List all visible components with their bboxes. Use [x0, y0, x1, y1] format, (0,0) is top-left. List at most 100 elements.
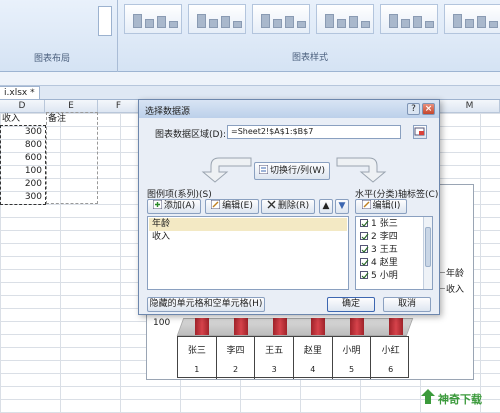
- chart-bar[interactable]: [388, 318, 403, 335]
- close-icon[interactable]: ×: [422, 103, 435, 115]
- column-header-f[interactable]: F: [98, 100, 140, 113]
- category-index: 3: [271, 365, 277, 374]
- add-icon: [152, 199, 163, 210]
- column-header-m[interactable]: M: [440, 100, 500, 113]
- edit-axis-labels-button[interactable]: 编辑(I): [355, 199, 407, 214]
- axis-label-text: 小明: [379, 271, 398, 281]
- axis-label-text: 王五: [379, 245, 398, 255]
- ribbon: 图表布局 图表样式: [0, 0, 500, 72]
- category-label: 赵里: [303, 346, 322, 356]
- add-series-button[interactable]: 添加(A): [147, 199, 201, 214]
- category-cell: 赵里 4: [294, 337, 333, 379]
- column-header-d[interactable]: D: [0, 100, 45, 113]
- series-item-age[interactable]: 年龄: [149, 218, 347, 231]
- series-list[interactable]: 年龄 收入: [147, 216, 349, 290]
- chart-style-3[interactable]: [252, 4, 310, 34]
- axis-label-index: 5: [371, 271, 377, 281]
- axis-label-index: 2: [371, 232, 377, 242]
- category-index: 1: [194, 365, 200, 374]
- axis-label-index: 4: [371, 258, 377, 268]
- add-series-label: 添加(A): [163, 201, 196, 211]
- series-item-income[interactable]: 收入: [149, 231, 347, 244]
- checkbox-checked-icon[interactable]: [360, 245, 369, 253]
- checkbox-checked-icon[interactable]: [360, 232, 369, 240]
- collapse-range-icon[interactable]: [413, 125, 427, 139]
- switch-row-column-label: 切换行/列(W): [270, 166, 325, 176]
- y-axis-tick: 100: [153, 318, 171, 328]
- select-data-source-dialog: 选择数据源 ? × 图表数据区域(D): =Sheet2!$A$1:$B$7 切…: [138, 99, 440, 315]
- category-cell: 小红 6: [371, 337, 410, 379]
- axis-label-item[interactable]: 3 王五: [357, 244, 423, 257]
- chart-bar[interactable]: [311, 318, 326, 335]
- switch-row-column-button[interactable]: 切换行/列(W): [254, 162, 330, 180]
- axis-list-scrollbar[interactable]: [423, 217, 432, 289]
- chart-bar[interactable]: [272, 318, 287, 335]
- chart-floor: [176, 318, 414, 336]
- scroll-thumb[interactable]: [425, 227, 431, 267]
- dialog-titlebar[interactable]: 选择数据源 ? ×: [139, 100, 439, 118]
- watermark: 神奇下载: [420, 386, 500, 410]
- move-down-icon[interactable]: ▼: [335, 199, 349, 214]
- category-label: 李四: [226, 346, 245, 356]
- checkbox-checked-icon[interactable]: [360, 271, 369, 279]
- chart-styles-label: 图表样式: [292, 53, 329, 63]
- formula-bar[interactable]: [0, 72, 500, 86]
- switch-left-arrow-icon: [201, 157, 252, 183]
- category-index: 4: [310, 365, 316, 374]
- range-input[interactable]: =Sheet2!$A$1:$B$7: [227, 125, 401, 139]
- edit-axis-labels-label: 编辑(I): [372, 201, 401, 211]
- selection-marquee: [0, 125, 46, 205]
- hidden-cells-button[interactable]: 隐藏的单元格和空单元格(H): [147, 297, 265, 312]
- chart-style-6[interactable]: [444, 4, 500, 34]
- axis-label-text: 赵里: [379, 258, 398, 268]
- legend-item-income: 收入: [446, 285, 465, 295]
- delete-icon: [267, 200, 276, 209]
- range-label: 图表数据区域(D):: [155, 130, 226, 140]
- axis-label-item[interactable]: 5 小明: [357, 270, 423, 283]
- category-cell: 张三 1: [178, 337, 217, 379]
- axis-label-item[interactable]: 1 张三: [357, 218, 423, 231]
- chart-style-5[interactable]: [380, 4, 438, 34]
- layout-gallery-scroll[interactable]: [98, 6, 112, 36]
- chart-layout-group: 图表布局: [0, 0, 118, 72]
- axis-labels-list[interactable]: 1 张三 2 李四 3 王五 4 赵里 5 小明: [355, 216, 433, 290]
- move-up-icon[interactable]: ▲: [319, 199, 333, 214]
- chart-style-4[interactable]: [316, 4, 374, 34]
- delete-series-button[interactable]: 删除(R): [261, 199, 315, 214]
- axis-label-text: 李四: [379, 232, 398, 242]
- switch-right-arrow-icon: [336, 157, 387, 183]
- axis-label-item[interactable]: 4 赵里: [357, 257, 423, 270]
- edit-series-button[interactable]: 编辑(E): [205, 199, 259, 214]
- checkbox-checked-icon[interactable]: [360, 258, 369, 266]
- chart-bar[interactable]: [234, 318, 248, 335]
- axis-label-index: 3: [371, 245, 377, 255]
- watermark-text: 神奇下载: [438, 393, 482, 406]
- download-logo-icon: [421, 389, 435, 404]
- data-range-outline: [46, 112, 98, 204]
- edit-axis-icon: [361, 199, 372, 210]
- category-label: 小红: [381, 346, 400, 356]
- category-label: 张三: [187, 346, 206, 356]
- chart-bar[interactable]: [350, 318, 364, 335]
- category-cell: 小明 5: [333, 337, 372, 379]
- category-index: 5: [348, 365, 355, 374]
- category-index: 6: [388, 365, 394, 374]
- category-cell: 李四 2: [217, 337, 256, 379]
- chart-layout-label: 图表布局: [34, 54, 71, 64]
- legend-item-age: 年龄: [446, 269, 465, 279]
- category-index: 2: [232, 365, 239, 374]
- axis-label-item[interactable]: 2 李四: [357, 231, 423, 244]
- checkbox-checked-icon[interactable]: [360, 219, 369, 227]
- help-icon[interactable]: ?: [407, 103, 420, 115]
- cancel-button[interactable]: 取消: [383, 297, 431, 312]
- category-label: 小明: [342, 346, 361, 356]
- category-label: 王五: [265, 346, 284, 356]
- workbook-tab[interactable]: i.xlsx *: [0, 86, 40, 100]
- chart-style-2[interactable]: [188, 4, 246, 34]
- category-cell: 王五 3: [255, 337, 294, 379]
- chart-style-1[interactable]: [124, 4, 182, 34]
- category-axis-table: 张三 1 李四 2 王五 3 赵里 4 小明 5 小红 6: [177, 336, 410, 379]
- chart-bar[interactable]: [195, 318, 210, 335]
- ok-button[interactable]: 确定: [327, 297, 375, 312]
- dialog-title: 选择数据源: [145, 107, 191, 117]
